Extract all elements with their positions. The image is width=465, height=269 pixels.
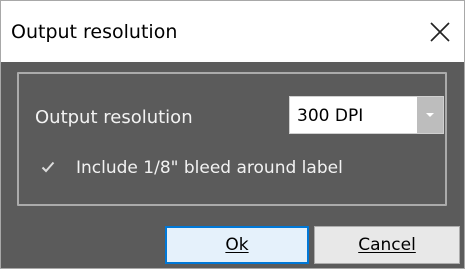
ok-button[interactable]: Ok xyxy=(165,226,309,264)
output-resolution-select[interactable]: 300 DPI xyxy=(289,96,444,134)
chevron-down-icon xyxy=(426,113,434,117)
dialog-window: Output resolution Output resolution 300 … xyxy=(0,0,465,269)
cancel-button-label: Cancel xyxy=(358,235,416,255)
dialog-title: Output resolution xyxy=(11,21,178,43)
bleed-checkbox[interactable] xyxy=(39,158,57,176)
checkmark-icon xyxy=(41,161,55,173)
options-group xyxy=(17,72,447,206)
output-resolution-value: 300 DPI xyxy=(297,106,364,126)
close-button[interactable] xyxy=(422,14,458,50)
output-resolution-label: Output resolution xyxy=(35,107,193,128)
dialog-body: Output resolution 300 DPI Include 1/8" b… xyxy=(1,62,464,268)
title-bar: Output resolution xyxy=(1,1,464,62)
dropdown-button[interactable] xyxy=(417,97,443,133)
cancel-button[interactable]: Cancel xyxy=(314,226,460,264)
bleed-checkbox-label[interactable]: Include 1/8" bleed around label xyxy=(76,158,343,178)
close-icon xyxy=(430,22,450,42)
ok-button-label: Ok xyxy=(225,235,249,255)
